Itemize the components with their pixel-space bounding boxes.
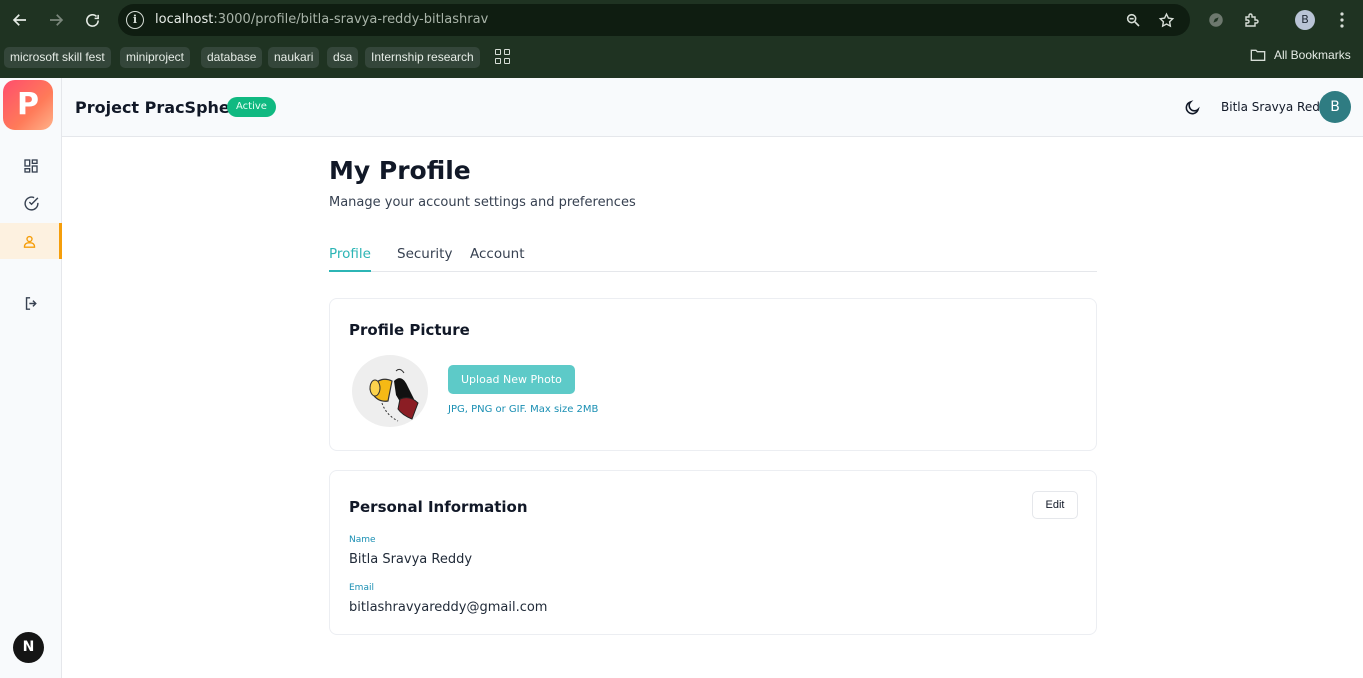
tab-account[interactable]: Account	[470, 246, 525, 272]
email-label: Email	[349, 583, 374, 593]
personal-information-card: Personal Information Edit Name Bitla Sra…	[329, 470, 1097, 635]
theme-toggle-button[interactable]	[1181, 96, 1203, 118]
logout-icon	[25, 296, 37, 310]
apps-grid-icon[interactable]	[495, 49, 511, 65]
user-name[interactable]: Bitla Sravya Reddy	[1221, 100, 1335, 114]
bookmark-item[interactable]: database	[201, 47, 263, 68]
name-label: Name	[349, 535, 376, 545]
card-title: Profile Picture	[349, 321, 470, 339]
name-value: Bitla Sravya Reddy	[349, 552, 473, 567]
bookmark-item[interactable]: microsoft skill fest	[4, 47, 111, 68]
url-text[interactable]: localhost:3000/profile/bitla-sravya-redd…	[155, 12, 488, 27]
extensions-puzzle-icon[interactable]	[1241, 9, 1263, 31]
bookmark-item[interactable]: Internship research	[365, 47, 480, 68]
sidebar-item-logout[interactable]	[0, 285, 62, 321]
bookmarks-bar: microsoft skill fest miniproject databas…	[0, 40, 1363, 78]
app-sidebar: P N	[0, 78, 62, 678]
page-subtitle: Manage your account settings and prefere…	[329, 195, 636, 210]
tab-security[interactable]: Security	[397, 246, 452, 272]
sidebar-item-tasks[interactable]	[0, 185, 62, 221]
card-title: Personal Information	[349, 498, 528, 516]
browser-menu-icon[interactable]	[1331, 9, 1353, 31]
browser-toolbar: i localhost:3000/profile/bitla-sravya-re…	[0, 0, 1363, 40]
browser-profile-avatar[interactable]: B	[1295, 10, 1315, 30]
email-value: bitlashravyareddy@gmail.com	[349, 600, 548, 615]
moon-icon	[1185, 99, 1200, 114]
check-circle-icon	[23, 195, 39, 211]
app-header: Project PracSphere Active Bitla Sravya R…	[62, 78, 1363, 137]
framework-badge[interactable]: N	[13, 632, 44, 663]
extension-compass-icon[interactable]	[1205, 9, 1227, 31]
bookmark-item[interactable]: dsa	[327, 47, 359, 68]
sidebar-item-dashboard[interactable]	[0, 148, 62, 184]
tab-profile[interactable]: Profile	[329, 246, 371, 272]
profile-picture	[352, 355, 428, 427]
folder-icon	[1250, 49, 1266, 61]
avatar[interactable]: B	[1319, 91, 1351, 123]
project-title: Project PracSphere	[75, 98, 249, 117]
page-title: My Profile	[329, 156, 471, 185]
profile-tabs: Profile Security Account	[329, 246, 1097, 272]
all-bookmarks[interactable]: All Bookmarks	[1250, 48, 1351, 62]
status-badge: Active	[227, 97, 276, 117]
bookmark-item[interactable]: naukari	[268, 47, 320, 68]
forward-icon[interactable]	[44, 8, 68, 32]
grid-icon	[24, 159, 38, 173]
sidebar-item-profile[interactable]	[0, 223, 62, 259]
upload-hint: JPG, PNG or GIF. Max size 2MB	[448, 404, 599, 415]
bookmark-star-icon[interactable]	[1156, 10, 1176, 30]
user-icon	[23, 235, 36, 248]
address-bar[interactable]: i localhost:3000/profile/bitla-sravya-re…	[118, 4, 1190, 36]
back-icon[interactable]	[8, 8, 32, 32]
zoom-icon[interactable]	[1123, 10, 1143, 30]
bookmark-item[interactable]: miniproject	[120, 47, 191, 68]
site-info-icon[interactable]: i	[126, 11, 144, 29]
all-bookmarks-label: All Bookmarks	[1274, 48, 1351, 62]
profile-picture-card: Profile Picture Upload New Photo JPG, PN…	[329, 298, 1097, 451]
upload-photo-button[interactable]: Upload New Photo	[448, 365, 575, 394]
reload-icon[interactable]	[80, 8, 104, 32]
app-logo[interactable]: P	[3, 80, 53, 130]
edit-button[interactable]: Edit	[1032, 491, 1078, 519]
